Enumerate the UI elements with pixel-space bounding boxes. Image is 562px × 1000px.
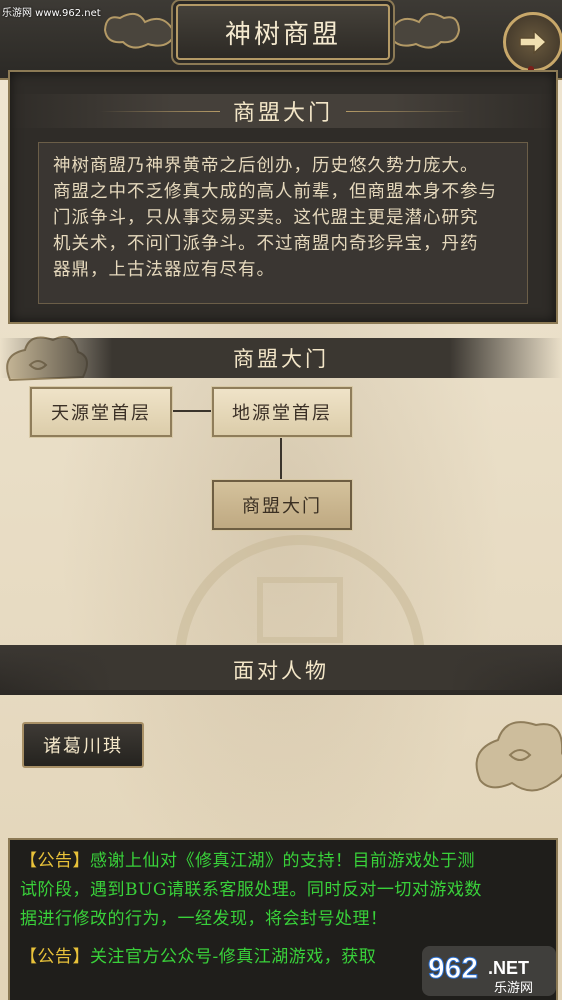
logo-sub: 乐游网 xyxy=(494,981,533,996)
description-line: 神树商盟乃神界黄帝之后创办，历史悠久势力庞大。 xyxy=(53,156,479,176)
intro-heading: 商盟大门 xyxy=(10,94,556,128)
arrow-right-icon xyxy=(519,30,548,54)
map-heading: 商盟大门 xyxy=(0,338,562,378)
announcement-text: 感谢上仙对《修真江湖》的支持！目前游戏处于测 xyxy=(90,851,475,871)
map-connector xyxy=(170,410,214,412)
description-line: 门派争斗，只从事交易买卖。这代盟主更是潜心研究 xyxy=(53,208,479,228)
description-text: 神树商盟乃神界黄帝之后创办，历史悠久势力庞大。 商盟之中不乏修真大成的高人前辈，… xyxy=(53,153,519,283)
site-logo-watermark: 962 .NET 乐游网 xyxy=(422,946,556,996)
map-node-diyuan[interactable]: 地源堂首层 xyxy=(212,387,352,437)
npc-button[interactable]: 诸葛川琪 xyxy=(22,722,144,768)
game-screen: 神树商盟 商盟大门 神树商盟乃神界黄帝之后创办，历史悠久势力庞大。 商盟之中不乏… xyxy=(0,0,562,1000)
announcement-text: 关注官方公众号-修真江湖游戏，获取 xyxy=(90,947,377,967)
description-line: 商盟之中不乏修真大成的高人前辈，但商盟本身不参与 xyxy=(53,182,497,202)
announcement-text: 据进行修改的行为，一经发现，将会封号处理！ xyxy=(20,909,388,929)
announcement-tag: 【公告】 xyxy=(20,947,90,967)
announcement-line: 试阶段，遇到BUG请联系客服处理。同时反对一切对游戏数 xyxy=(20,877,546,903)
divider xyxy=(100,111,220,112)
cloud-ornament-left xyxy=(103,12,177,49)
announcement-line: 【公告】感谢上仙对《修真江湖》的支持！目前游戏处于测 xyxy=(20,848,546,874)
announcement-tag: 【公告】 xyxy=(20,851,90,871)
description-line: 器鼎，上古法器应有尽有。 xyxy=(53,260,275,280)
divider xyxy=(346,111,466,112)
logo-net: .NET xyxy=(488,958,529,978)
map-node-tianyuan[interactable]: 天源堂首层 xyxy=(30,387,172,437)
map-node-current-gate[interactable]: 商盟大门 xyxy=(212,480,352,530)
intro-panel: 商盟大门 神树商盟乃神界黄帝之后创办，历史悠久势力庞大。 商盟之中不乏修真大成的… xyxy=(8,70,558,324)
cloud-ornament-right xyxy=(387,12,461,49)
intro-heading-text: 商盟大门 xyxy=(232,101,333,126)
description-box: 神树商盟乃神界黄帝之后创办，历史悠久势力庞大。 商盟之中不乏修真大成的高人前辈，… xyxy=(38,142,528,304)
site-watermark: 乐游网 www.962.net xyxy=(2,8,101,19)
map-connector xyxy=(280,434,282,480)
map-heading-text: 商盟大门 xyxy=(233,347,329,371)
announcement-text: 试阶段，遇到BUG请联系客服处理。同时反对一切对游戏数 xyxy=(20,880,482,900)
cloud-decoration-right xyxy=(475,721,562,792)
people-heading: 面对人物 xyxy=(0,650,562,690)
people-heading-text: 面对人物 xyxy=(233,659,329,683)
logo-number: 962 xyxy=(428,952,478,985)
page-title: 神树商盟 xyxy=(176,4,390,60)
description-line: 机关术，不问门派争斗。不过商盟内奇珍异宝，丹药 xyxy=(53,234,479,254)
back-button[interactable] xyxy=(503,12,562,72)
announcement-line: 据进行修改的行为，一经发现，将会封号处理！ xyxy=(20,906,546,932)
